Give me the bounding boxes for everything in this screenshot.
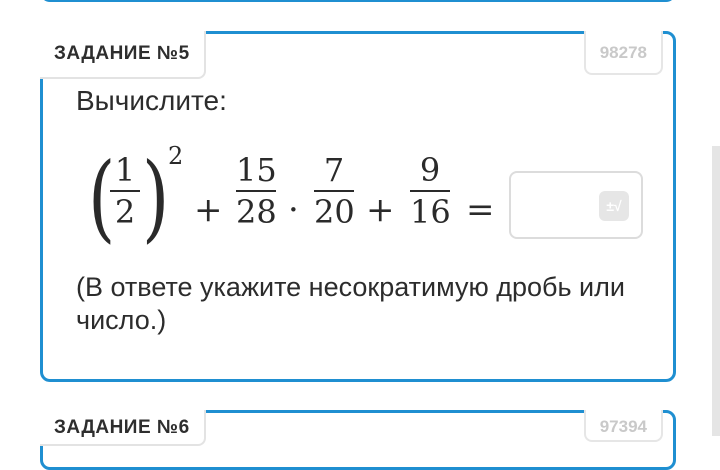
task-instruction: Вычислите: xyxy=(76,85,227,116)
math-keyboard-icon[interactable]: ±√ xyxy=(599,191,629,221)
fraction-numerator: 9 xyxy=(419,151,441,189)
fraction-3: 7 20 xyxy=(314,151,355,231)
task-id-badge: 98278 xyxy=(583,31,663,75)
equals-sign: = xyxy=(466,190,495,230)
scrollbar[interactable] xyxy=(712,146,720,436)
answer-input[interactable]: ±√ xyxy=(509,171,643,239)
fraction-denominator: 28 xyxy=(236,193,277,231)
fraction-bar xyxy=(236,190,276,192)
next-task-id-badge: 97394 xyxy=(583,410,663,442)
task-label: ЗАДАНИЕ №5 xyxy=(40,31,206,79)
right-paren: ) xyxy=(142,142,170,253)
fraction-numerator: 15 xyxy=(236,151,277,189)
fraction-1: 1 2 xyxy=(110,152,140,230)
fraction-denominator: 16 xyxy=(410,193,451,231)
fraction-numerator: 1 xyxy=(114,151,136,189)
task-card: ЗАДАНИЕ №5 98278 Вычислите: ( 1 2 ) 2 + … xyxy=(40,31,676,382)
plus-sign: + xyxy=(194,190,223,230)
previous-task-card xyxy=(40,0,676,2)
fraction-bar xyxy=(410,190,450,192)
fraction-denominator: 20 xyxy=(314,193,355,231)
fraction-denominator: 2 xyxy=(114,193,136,231)
next-task-label: ЗАДАНИЕ №6 xyxy=(40,410,206,446)
fraction-bar xyxy=(110,190,140,192)
answer-note: (В ответе укажите несократимую дробь или… xyxy=(76,272,625,335)
multiply-dot: · xyxy=(288,190,299,230)
plus-sign: + xyxy=(366,190,395,230)
fraction-4: 9 16 xyxy=(410,151,451,231)
fraction-2: 15 28 xyxy=(236,151,277,231)
exponent: 2 xyxy=(168,142,184,170)
fraction-bar xyxy=(314,190,354,192)
next-task-card: ЗАДАНИЕ №6 97394 xyxy=(40,410,676,470)
fraction-numerator: 7 xyxy=(323,151,345,189)
